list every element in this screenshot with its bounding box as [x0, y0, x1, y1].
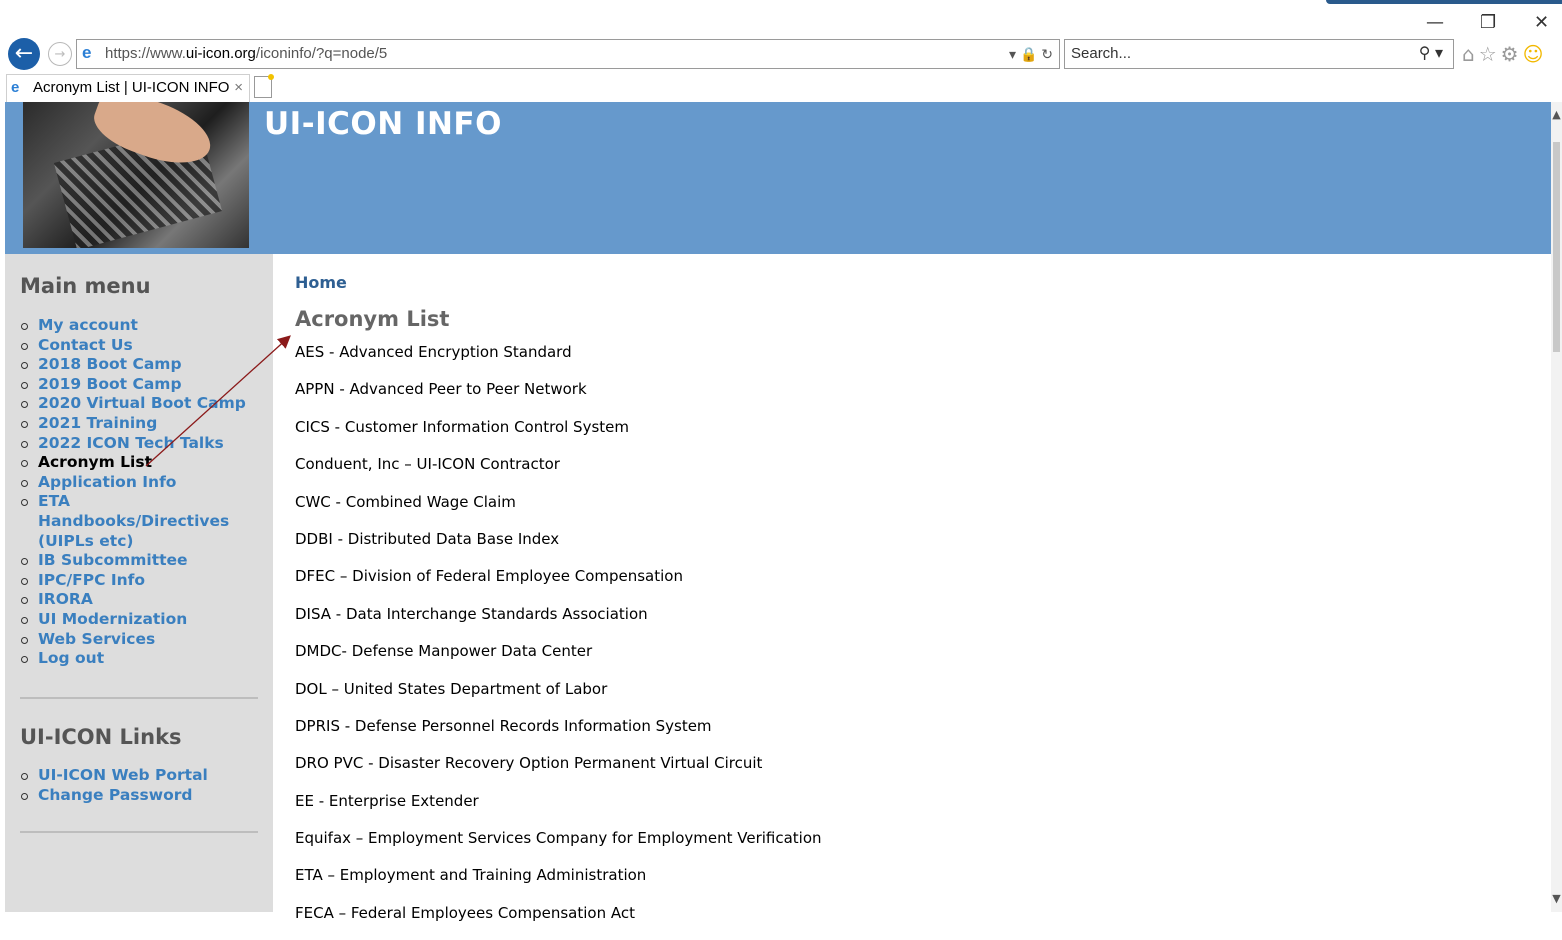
minimize-icon[interactable]: —	[1426, 12, 1444, 33]
tab-row: e Acronym List | UI-ICON INFO ×	[0, 74, 1562, 102]
window-controls: — ❐ ✕	[1422, 10, 1562, 38]
search-icon[interactable]: ⚲ ▾	[1419, 40, 1443, 68]
acronym-item: ETA – Employment and Training Administra…	[295, 866, 647, 885]
acronym-item: EE - Enterprise Extender	[295, 791, 479, 810]
lock-refresh-icons[interactable]: ▾ 🔒 ↻	[1009, 40, 1053, 68]
acronym-item: Equifax – Employment Services Company fo…	[295, 829, 822, 848]
main-content: Home Acronym List AES - Advanced Encrypt…	[273, 254, 1551, 922]
feedback-smile-icon[interactable]: ☺	[1523, 42, 1548, 66]
menu-item-contact-us[interactable]: Contact Us	[20, 336, 260, 356]
sidebar-divider	[20, 697, 258, 699]
menu-item-eta-handbooks[interactable]: ETA Handbooks/Directives (UIPLs etc)	[20, 492, 260, 551]
ie-logo-icon: e	[82, 43, 92, 62]
site-title[interactable]: UI-ICON INFO	[264, 106, 502, 142]
tab-acronym-list[interactable]: e Acronym List | UI-ICON INFO ×	[6, 74, 250, 102]
menu-item-application-info[interactable]: Application Info	[20, 473, 260, 493]
menu-item-2018-boot-camp[interactable]: 2018 Boot Camp	[20, 355, 260, 375]
forward-button[interactable]: →	[48, 42, 72, 66]
menu-item-my-account[interactable]: My account	[20, 316, 260, 336]
acronym-item: DMDC- Defense Manpower Data Center	[295, 642, 593, 661]
link-ui-icon-web-portal[interactable]: UI-ICON Web Portal	[20, 766, 260, 786]
acronym-item: DFEC – Division of Federal Employee Comp…	[295, 567, 683, 586]
home-star-gear-icon[interactable]: ⌂☆⚙	[1462, 42, 1523, 66]
menu-item-ipc-fpc-info[interactable]: IPC/FPC Info	[20, 571, 260, 591]
menu-item-ib-subcommittee[interactable]: IB Subcommittee	[20, 551, 260, 571]
acronym-item: DRO PVC - Disaster Recovery Option Perma…	[295, 754, 763, 773]
tab-favicon-icon: e	[11, 79, 20, 96]
menu-item-ui-modernization[interactable]: UI Modernization	[20, 610, 260, 630]
acronym-item: CICS - Customer Information Control Syst…	[295, 417, 629, 436]
acronym-item: CWC - Combined Wage Claim	[295, 492, 516, 511]
menu-item-acronym-list[interactable]: Acronym List	[20, 453, 260, 473]
acronym-list: AES - Advanced Encryption Standard APPN …	[295, 342, 822, 940]
address-bar-row: ← → e https://www.ui-icon.org/iconinfo/?…	[0, 38, 1562, 72]
scroll-up-icon[interactable]: ▲	[1551, 108, 1562, 122]
sidebar-divider	[20, 831, 258, 833]
back-button[interactable]: ←	[8, 38, 40, 70]
menu-item-2020-virtual-boot-camp[interactable]: 2020 Virtual Boot Camp	[20, 394, 260, 414]
close-window-icon[interactable]: ✕	[1534, 12, 1549, 33]
site-header: UI-ICON INFO	[5, 102, 1551, 254]
menu-item-web-services[interactable]: Web Services	[20, 630, 260, 650]
scroll-thumb[interactable]	[1553, 142, 1560, 352]
acronym-item: DISA - Data Interchange Standards Associ…	[295, 604, 648, 623]
breadcrumb-home[interactable]: Home	[295, 273, 347, 292]
web-page: UI-ICON INFO Main menu My account Contac…	[5, 102, 1551, 922]
acronym-item: Conduent, Inc – UI-ICON Contractor	[295, 455, 560, 474]
restore-icon[interactable]: ❐	[1480, 12, 1496, 33]
menu-item-log-out[interactable]: Log out	[20, 649, 260, 669]
scroll-down-icon[interactable]: ▼	[1551, 892, 1562, 906]
acronym-item: DOL – United States Department of Labor	[295, 679, 608, 698]
menu-item-2019-boot-camp[interactable]: 2019 Boot Camp	[20, 375, 260, 395]
tab-title: Acronym List | UI-ICON INFO	[33, 79, 230, 96]
page-scrollbar[interactable]: ▲ ▼	[1551, 102, 1562, 912]
browser-toolbar-icons[interactable]: ⌂☆⚙☺	[1462, 42, 1547, 66]
forward-arrow-icon: →	[54, 47, 66, 62]
tab-close-icon[interactable]: ×	[234, 75, 243, 101]
acronym-item: APPN - Advanced Peer to Peer Network	[295, 380, 587, 399]
main-menu-title: Main menu	[20, 274, 151, 298]
acronym-item: FECA – Federal Employees Compensation Ac…	[295, 903, 635, 922]
search-box[interactable]: Search... ⚲ ▾	[1064, 39, 1454, 69]
address-bar[interactable]: e https://www.ui-icon.org/iconinfo/?q=no…	[76, 39, 1060, 69]
acronym-item: AES - Advanced Encryption Standard	[295, 343, 572, 361]
main-menu-list: My account Contact Us 2018 Boot Camp 201…	[20, 316, 260, 669]
links-title: UI-ICON Links	[20, 725, 182, 749]
menu-item-2022-icon-tech-talks[interactable]: 2022 ICON Tech Talks	[20, 434, 260, 454]
new-tab-button[interactable]	[254, 74, 274, 98]
keyboard-hands-image	[23, 102, 249, 248]
acronym-item: DPRIS - Defense Personnel Records Inform…	[295, 716, 712, 735]
back-arrow-icon: ←	[14, 41, 34, 66]
page-title: Acronym List	[295, 307, 450, 331]
sidebar: Main menu My account Contact Us 2018 Boo…	[5, 254, 273, 912]
links-list: UI-ICON Web Portal Change Password	[20, 766, 260, 805]
window-accent-bar	[1326, 0, 1562, 4]
url-text[interactable]: https://www.ui-icon.org/iconinfo/?q=node…	[105, 40, 387, 68]
acronym-item: DDBI - Distributed Data Base Index	[295, 529, 560, 548]
link-change-password[interactable]: Change Password	[20, 786, 260, 806]
search-placeholder: Search...	[1071, 45, 1132, 62]
menu-item-irora[interactable]: IRORA	[20, 590, 260, 610]
menu-item-2021-training[interactable]: 2021 Training	[20, 414, 260, 434]
